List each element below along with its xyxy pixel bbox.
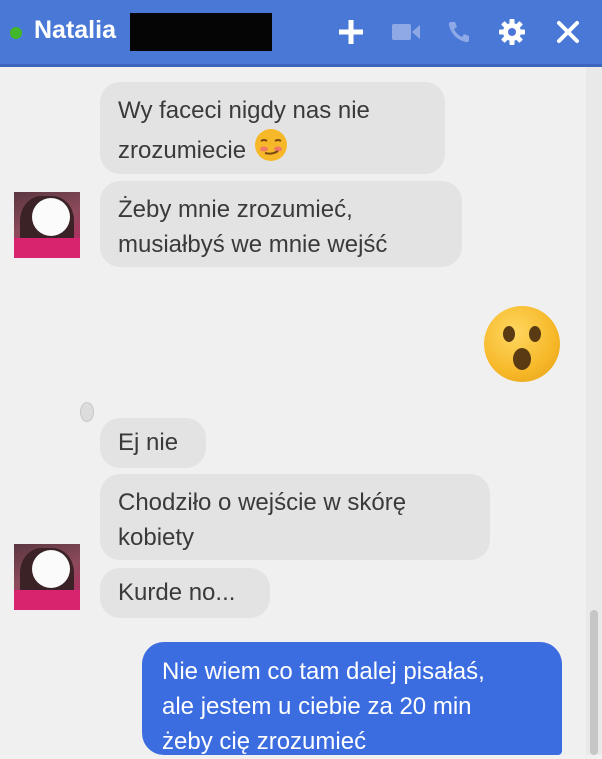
message-line: Kurde no... (118, 579, 236, 606)
gear-icon[interactable] (494, 14, 530, 50)
incoming-message[interactable]: Kurde no... (100, 568, 270, 618)
message-line: ale jestem u ciebie za 20 min (162, 693, 472, 720)
incoming-message[interactable]: Żeby mnie zrozumieć, musiałbyś we mnie w… (100, 181, 462, 267)
message-line: zrozumiecie (118, 136, 247, 164)
surprised-emoji-icon[interactable] (484, 306, 560, 382)
redaction-bar (130, 13, 272, 51)
online-status-dot (10, 27, 22, 39)
outgoing-message[interactable]: Nie wiem co tam dalej pisałaś, ale jeste… (142, 642, 562, 755)
plus-icon[interactable] (333, 14, 369, 50)
scrollbar-thumb[interactable] (590, 610, 598, 755)
message-line: musiałbyś we mnie wejść (118, 231, 388, 258)
close-icon[interactable] (550, 14, 586, 50)
phone-icon[interactable] (441, 14, 477, 50)
message-line: żeby cię zrozumieć (162, 728, 367, 755)
video-camera-icon[interactable] (388, 14, 424, 50)
message-line: Wy faceci nigdy nas nie (118, 97, 370, 124)
incoming-message[interactable]: Ej nie (100, 418, 206, 468)
incoming-message[interactable]: Wy faceci nigdy nas nie zrozumiecie (100, 82, 445, 174)
contact-avatar[interactable] (14, 544, 80, 610)
seen-indicator (80, 402, 94, 422)
message-line: kobiety (118, 524, 195, 551)
contact-name[interactable]: Natalia (34, 16, 116, 45)
message-line: Żeby mnie zrozumieć, (118, 196, 353, 223)
message-line: Ej nie (118, 429, 179, 456)
smirk-emoji-icon (254, 128, 288, 172)
message-line: Nie wiem co tam dalej pisałaś, (162, 658, 485, 685)
contact-avatar[interactable] (14, 192, 80, 258)
incoming-message[interactable]: Chodziło o wejście w skórę kobiety (100, 474, 490, 560)
chat-header: Natalia (0, 0, 602, 67)
message-line: Chodziło o wejście w skórę (118, 489, 407, 516)
